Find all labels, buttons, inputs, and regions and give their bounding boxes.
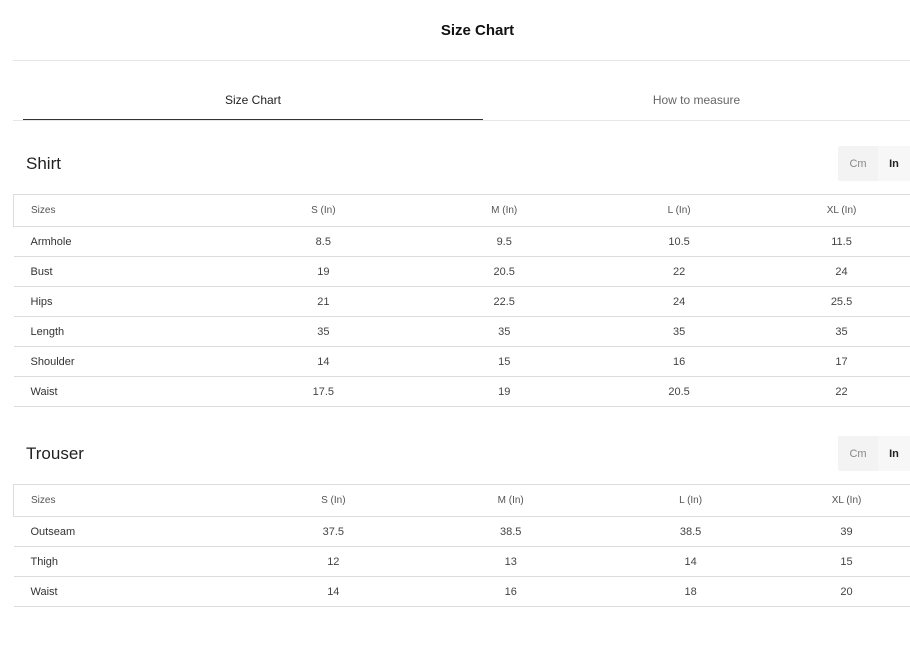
row-label: Outseam bbox=[13, 516, 244, 547]
column-header: M (In) bbox=[423, 484, 599, 517]
column-header: L (In) bbox=[585, 194, 774, 227]
row-label: Length bbox=[13, 316, 224, 347]
table-cell: 14 bbox=[598, 546, 784, 577]
table-cell: 24 bbox=[773, 256, 910, 287]
tab-bar: Size Chart How to measure bbox=[13, 80, 910, 121]
row-label: Thigh bbox=[13, 546, 244, 577]
trouser-unit-toggle: Cm In bbox=[838, 436, 910, 471]
row-label: Waist bbox=[13, 376, 224, 407]
table-cell: 20 bbox=[783, 576, 910, 607]
trouser-unit-cm-button[interactable]: Cm bbox=[838, 436, 878, 471]
row-label: Hips bbox=[13, 286, 224, 317]
table-header-row: Sizes S (In) M (In) L (In) XL (In) bbox=[13, 484, 910, 517]
column-header: Sizes bbox=[13, 484, 244, 517]
table-row: Bust 19 20.5 22 24 bbox=[13, 256, 910, 287]
column-header: S (In) bbox=[223, 194, 424, 227]
table-cell: 17.5 bbox=[223, 376, 424, 407]
table-row: Armhole 8.5 9.5 10.5 11.5 bbox=[13, 226, 910, 257]
column-header: XL (In) bbox=[773, 194, 910, 227]
table-cell: 16 bbox=[585, 346, 774, 377]
tab-size-chart[interactable]: Size Chart bbox=[23, 80, 483, 120]
table-row: Thigh 12 13 14 15 bbox=[13, 546, 910, 577]
row-label: Waist bbox=[13, 576, 244, 607]
table-row: Shoulder 14 15 16 17 bbox=[13, 346, 910, 377]
column-header: S (In) bbox=[243, 484, 424, 517]
table-cell: 38.5 bbox=[423, 516, 599, 547]
table-row: Length 35 35 35 35 bbox=[13, 316, 910, 347]
row-label: Shoulder bbox=[13, 346, 224, 377]
trouser-unit-in-button[interactable]: In bbox=[878, 436, 910, 471]
table-cell: 20.5 bbox=[423, 256, 586, 287]
table-cell: 39 bbox=[783, 516, 910, 547]
table-cell: 20.5 bbox=[585, 376, 774, 407]
table-cell: 14 bbox=[223, 346, 424, 377]
table-cell: 9.5 bbox=[423, 226, 586, 257]
column-header: XL (In) bbox=[783, 484, 910, 517]
table-cell: 22 bbox=[585, 256, 774, 287]
page-title: Size Chart bbox=[440, 21, 515, 39]
table-cell: 17 bbox=[773, 346, 910, 377]
table-cell: 37.5 bbox=[243, 516, 424, 547]
table-cell: 19 bbox=[223, 256, 424, 287]
table-cell: 22.5 bbox=[423, 286, 586, 317]
row-label: Armhole bbox=[13, 226, 224, 257]
table-cell: 24 bbox=[585, 286, 774, 317]
table-cell: 35 bbox=[423, 316, 586, 347]
table-cell: 11.5 bbox=[773, 226, 910, 257]
table-cell: 25.5 bbox=[773, 286, 910, 317]
shirt-unit-in-button[interactable]: In bbox=[878, 146, 910, 181]
row-label: Bust bbox=[13, 256, 224, 287]
table-cell: 13 bbox=[423, 546, 599, 577]
trouser-size-table: Sizes S (In) M (In) L (In) XL (In) Outse… bbox=[13, 484, 910, 607]
trouser-section-title: Trouser bbox=[26, 444, 84, 463]
table-cell: 10.5 bbox=[585, 226, 774, 257]
table-cell: 15 bbox=[783, 546, 910, 577]
table-cell: 15 bbox=[423, 346, 586, 377]
table-cell: 18 bbox=[598, 576, 784, 607]
table-cell: 12 bbox=[243, 546, 424, 577]
table-cell: 19 bbox=[423, 376, 586, 407]
table-row: Outseam 37.5 38.5 38.5 39 bbox=[13, 516, 910, 547]
table-header-row: Sizes S (In) M (In) L (In) XL (In) bbox=[13, 194, 910, 227]
shirt-unit-toggle: Cm In bbox=[838, 146, 910, 181]
column-header: Sizes bbox=[13, 194, 224, 227]
table-cell: 35 bbox=[223, 316, 424, 347]
table-cell: 38.5 bbox=[598, 516, 784, 547]
table-cell: 21 bbox=[223, 286, 424, 317]
table-cell: 22 bbox=[773, 376, 910, 407]
table-cell: 8.5 bbox=[223, 226, 424, 257]
table-cell: 16 bbox=[423, 576, 599, 607]
shirt-section-title: Shirt bbox=[26, 154, 61, 173]
table-row: Waist 14 16 18 20 bbox=[13, 576, 910, 607]
table-cell: 35 bbox=[773, 316, 910, 347]
tab-how-to-measure[interactable]: How to measure bbox=[483, 80, 910, 120]
column-header: M (In) bbox=[423, 194, 586, 227]
table-row: Waist 17.5 19 20.5 22 bbox=[13, 376, 910, 407]
table-cell: 35 bbox=[585, 316, 774, 347]
shirt-size-table: Sizes S (In) M (In) L (In) XL (In) Armho… bbox=[13, 194, 910, 407]
table-row: Hips 21 22.5 24 25.5 bbox=[13, 286, 910, 317]
shirt-unit-cm-button[interactable]: Cm bbox=[838, 146, 878, 181]
table-cell: 14 bbox=[243, 576, 424, 607]
modal-header: Size Chart bbox=[13, 0, 910, 61]
column-header: L (In) bbox=[598, 484, 784, 517]
